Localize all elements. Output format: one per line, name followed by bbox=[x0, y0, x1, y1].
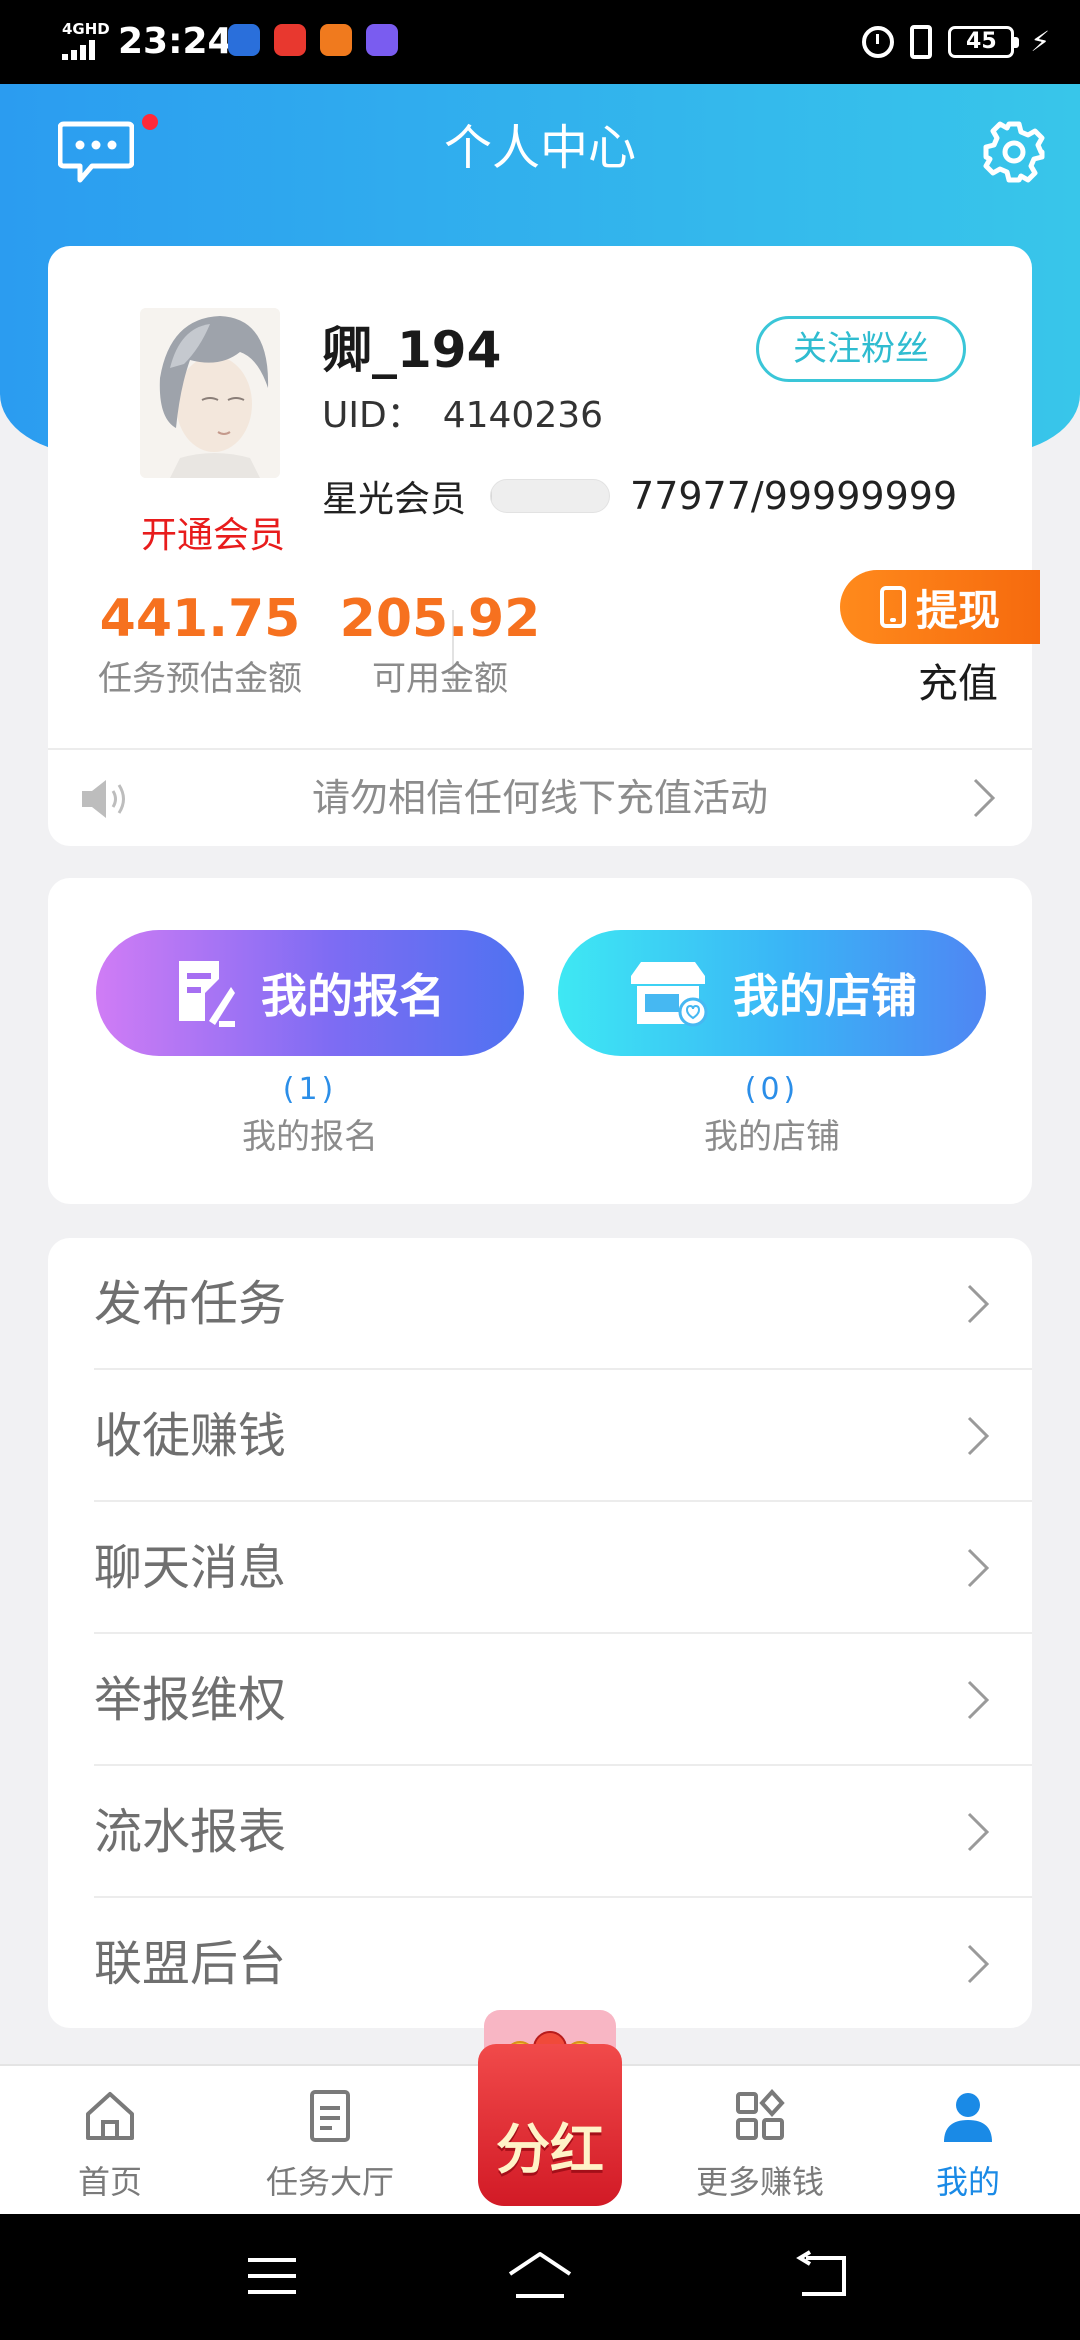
recharge-button[interactable]: 充值 bbox=[918, 656, 998, 712]
apps-grid-icon bbox=[736, 2089, 785, 2140]
chevron-right-icon bbox=[967, 1284, 990, 1324]
edit-form-icon bbox=[179, 961, 235, 1027]
alarm-icon bbox=[862, 26, 895, 58]
menu-item-label: 发布任务 bbox=[94, 1276, 287, 1332]
unread-dot bbox=[142, 114, 158, 130]
chevron-right-icon bbox=[973, 778, 996, 818]
menu-item-publish-task[interactable]: 发布任务 bbox=[48, 1238, 1032, 1370]
chevron-right-icon bbox=[967, 1548, 990, 1588]
signup-count: (1) bbox=[282, 1072, 338, 1107]
my-shop-summary[interactable]: (0) 我的店铺 bbox=[558, 1068, 986, 1162]
available-amount-value: 205.92 bbox=[339, 589, 541, 649]
withdraw-label: 提现 bbox=[915, 585, 1000, 635]
star-progress-value: 77977/99999999 bbox=[630, 474, 958, 518]
menu-item-label: 聊天消息 bbox=[94, 1540, 287, 1596]
my-signup-label: 我的报名 bbox=[261, 969, 445, 1023]
phone-icon bbox=[879, 586, 906, 628]
nav-task-hall-label: 任务大厅 bbox=[265, 2163, 394, 2201]
app-notification-icon bbox=[274, 24, 306, 56]
notification-icons bbox=[228, 24, 398, 56]
vibrate-icon bbox=[910, 25, 933, 59]
chevron-right-icon bbox=[967, 1680, 990, 1720]
bonus-label: 分红 bbox=[496, 2118, 604, 2181]
star-member-label: 星光会员 bbox=[322, 479, 467, 520]
task-amount-value: 441.75 bbox=[99, 589, 301, 649]
open-vip-link[interactable]: 开通会员 bbox=[98, 512, 328, 560]
uid-row: UID： 4140236 bbox=[322, 392, 603, 440]
user-icon bbox=[944, 2093, 992, 2142]
charging-icon: ⚡ bbox=[1030, 25, 1050, 58]
chat-bubble-icon[interactable] bbox=[58, 120, 134, 186]
document-icon bbox=[310, 2090, 350, 2142]
battery-level: 45 bbox=[966, 29, 997, 54]
my-signup-summary[interactable]: (1) 我的报名 bbox=[96, 1068, 524, 1162]
available-amount-block[interactable]: 205.92 可用金额 bbox=[310, 586, 570, 704]
nav-home-label: 首页 bbox=[77, 2163, 142, 2201]
chevron-right-icon bbox=[967, 1416, 990, 1456]
signal-icon: 4GHD bbox=[62, 20, 110, 62]
back-icon[interactable] bbox=[794, 2250, 850, 2302]
star-progress-bar bbox=[490, 479, 611, 513]
nav-mine-label: 我的 bbox=[935, 2163, 1000, 2201]
menu-icon[interactable] bbox=[246, 2250, 298, 2302]
page-title: 个人中心 bbox=[443, 120, 636, 176]
nav-more-earn-label: 更多赚钱 bbox=[695, 2163, 824, 2201]
signup-caption: 我的报名 bbox=[242, 1117, 378, 1157]
my-signup-button[interactable]: 我的报名 bbox=[96, 930, 524, 1056]
clock: 23:24 bbox=[118, 21, 233, 62]
store-icon bbox=[631, 962, 708, 1027]
avatar[interactable] bbox=[140, 308, 280, 478]
bonus-redpacket-button[interactable]: 分红 bbox=[470, 2006, 630, 2210]
home-icon bbox=[86, 2092, 134, 2140]
uid-label: UID： bbox=[322, 395, 423, 436]
withdraw-button[interactable]: 提现 bbox=[840, 570, 1040, 644]
notice-row[interactable]: 请勿相信任何线下充值活动 bbox=[48, 750, 1032, 846]
menu-item-label: 收徒赚钱 bbox=[94, 1408, 287, 1464]
app-notification-icon bbox=[320, 24, 352, 56]
home-icon[interactable] bbox=[506, 2250, 574, 2302]
nav-mine[interactable]: 我的 bbox=[878, 2066, 1058, 2216]
battery-icon: 45 bbox=[948, 26, 1020, 58]
star-member-row: 星光会员 77977/99999999 bbox=[322, 472, 957, 520]
menu-item-label: 举报维权 bbox=[94, 1672, 287, 1728]
notice-text: 请勿相信任何线下充值活动 bbox=[311, 776, 768, 820]
menu-item-label: 流水报表 bbox=[94, 1804, 287, 1860]
chevron-right-icon bbox=[967, 1944, 990, 1984]
status-bar: 4GHD 23:24 45 ⚡ bbox=[0, 0, 1080, 84]
system-navigation-bar bbox=[0, 2214, 1080, 2340]
available-amount-label: 可用金额 bbox=[372, 659, 508, 699]
menu-item-statement[interactable]: 流水报表 bbox=[48, 1766, 1032, 1898]
menu-list: 发布任务 收徒赚钱 聊天消息 举报维权 流水报表 联盟后台 bbox=[48, 1238, 1032, 2028]
profile-card: 开通会员 卿_194 UID： 4140236 关注粉丝 星光会员 77977/… bbox=[48, 246, 1040, 846]
menu-item-recruit[interactable]: 收徒赚钱 bbox=[48, 1370, 1032, 1502]
task-amount-label: 任务预估金额 bbox=[98, 659, 302, 699]
menu-item-report[interactable]: 举报维权 bbox=[48, 1634, 1032, 1766]
quick-actions-card: 我的报名 我的店铺 (1) 我的报名 (0) 我的店铺 bbox=[48, 878, 1032, 1204]
nav-task-hall[interactable]: 任务大厅 bbox=[240, 2066, 420, 2216]
chevron-right-icon bbox=[967, 1812, 990, 1852]
menu-item-label: 联盟后台 bbox=[94, 1936, 287, 1992]
app-notification-icon bbox=[366, 24, 398, 56]
menu-item-chat-messages[interactable]: 聊天消息 bbox=[48, 1502, 1032, 1634]
username: 卿_194 bbox=[322, 321, 502, 379]
shop-count: (0) bbox=[744, 1072, 800, 1107]
uid-value: 4140236 bbox=[442, 395, 604, 436]
app-notification-icon bbox=[228, 24, 260, 56]
gear-icon[interactable] bbox=[982, 120, 1046, 184]
network-type: 4GHD bbox=[62, 20, 110, 38]
my-shop-label: 我的店铺 bbox=[733, 969, 917, 1023]
task-amount-block[interactable]: 441.75 任务预估金额 bbox=[70, 586, 330, 704]
my-shop-button[interactable]: 我的店铺 bbox=[558, 930, 986, 1056]
nav-more-earn[interactable]: 更多赚钱 bbox=[670, 2066, 850, 2216]
follow-fans-button[interactable]: 关注粉丝 bbox=[756, 316, 966, 382]
nav-home[interactable]: 首页 bbox=[20, 2066, 200, 2216]
shop-caption: 我的店铺 bbox=[704, 1117, 840, 1157]
